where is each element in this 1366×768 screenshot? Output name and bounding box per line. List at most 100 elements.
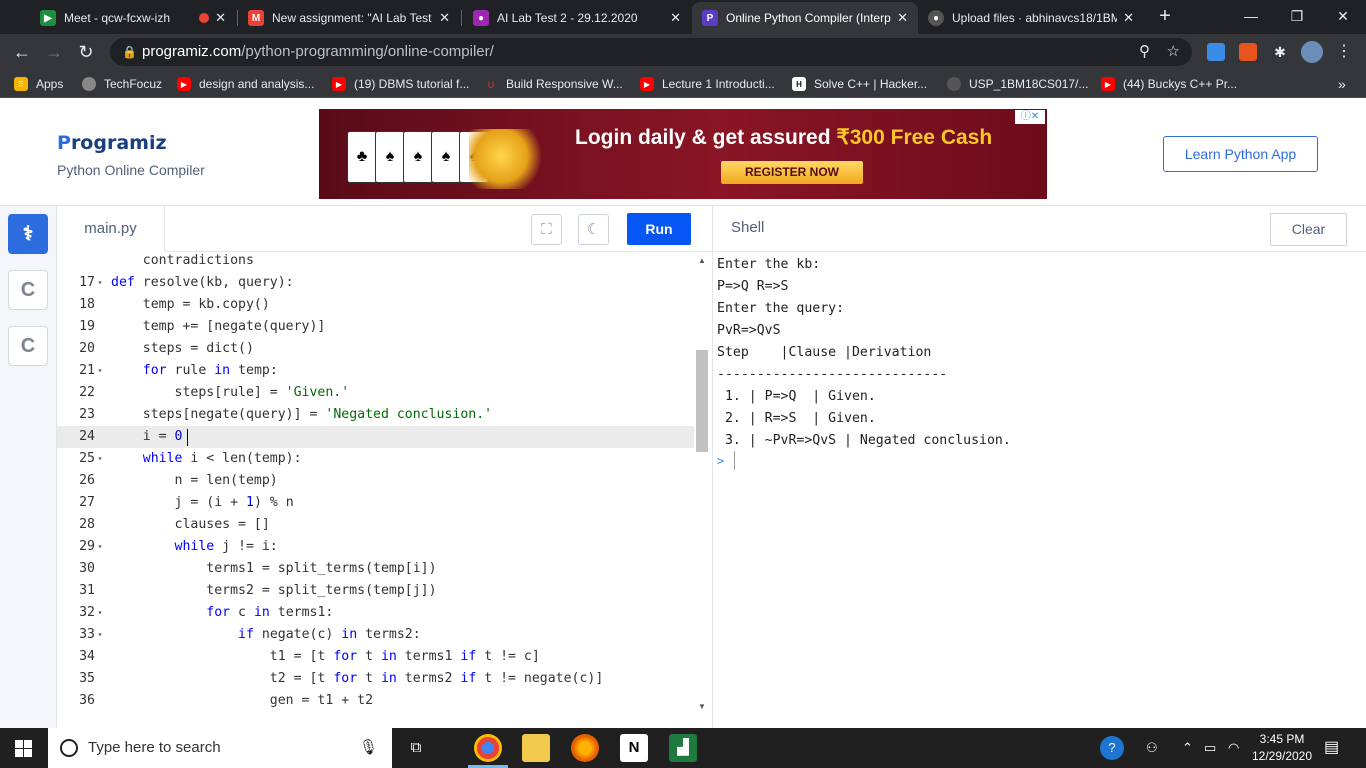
more-bookmarks-icon[interactable]: » [1338, 70, 1346, 98]
code-line[interactable]: 34 t1 = [t for t in terms1 if t != c] [57, 646, 694, 668]
bookmark-responsive[interactable]: υ Build Responsive W... [484, 70, 623, 98]
shell-line: Enter the kb: [717, 257, 821, 272]
show-hidden-icons[interactable]: ⌃ [1182, 728, 1193, 768]
notifications-icon[interactable]: ▤ [1324, 728, 1339, 768]
adchoices-icon[interactable]: ⓘ✕ [1015, 110, 1045, 124]
microphone-icon[interactable]: 🎙 [359, 728, 378, 768]
programiz-logo[interactable]: Programiz [57, 132, 167, 154]
shell-output[interactable]: > Enter the kb: P=>Q R=>S Enter the query:… [712, 252, 1366, 728]
code-line[interactable]: 17 ▾ def resolve(kb, query): [57, 272, 694, 294]
fold-arrow-icon[interactable]: ▾ [95, 448, 105, 470]
menu-icon[interactable]: ⋮ [1335, 43, 1353, 61]
code-line[interactable]: 32 ▾ for c in terms1: [57, 602, 694, 624]
restore-button[interactable]: ❐ [1274, 0, 1320, 34]
code-line[interactable]: 29 ▾ while j != i: [57, 536, 694, 558]
fold-arrow-icon[interactable]: ▾ [95, 624, 105, 646]
code-line[interactable]: 20 steps = dict() [57, 338, 694, 360]
extensions-icon[interactable]: ✱ [1271, 43, 1289, 61]
c-language-icon[interactable]: C [8, 270, 48, 310]
python-icon[interactable]: ⚕ [8, 214, 48, 254]
code-line[interactable]: 25 ▾ while i < len(temp): [57, 448, 694, 470]
browser-tab-programiz[interactable]: P Online Python Compiler (Interp ✕ [692, 2, 918, 34]
chrome-icon[interactable] [474, 734, 502, 762]
task-view-icon[interactable]: ⧉ [402, 734, 430, 762]
taskbar-search-input[interactable]: Type here to search 🎙 [48, 728, 392, 768]
editor-scrollbar[interactable]: ▲ ▼ [695, 256, 709, 714]
people-icon[interactable]: ⚇ [1146, 728, 1158, 768]
bookmark-techfocuz[interactable]: TechFocuz [82, 70, 162, 98]
zoom-icon[interactable]: ⚲ [1139, 38, 1150, 66]
download-extension-icon[interactable] [1207, 43, 1225, 61]
fullscreen-icon[interactable]: ⛶ [531, 214, 562, 245]
code-line[interactable]: 18 temp = kb.copy() [57, 294, 694, 316]
dark-mode-icon[interactable]: ☾ [578, 214, 609, 245]
bookmark-github-usp[interactable]: USP_1BM18CS017/... [947, 70, 1088, 98]
file-tab-main-py[interactable]: main.py [57, 206, 165, 252]
firefox-icon[interactable] [571, 734, 599, 762]
code-line[interactable]: 24 i = 0 [57, 426, 694, 448]
new-tab-button[interactable]: + [1152, 4, 1178, 30]
back-button[interactable]: ← [8, 38, 36, 66]
wifi-icon[interactable]: ◠ [1228, 728, 1239, 768]
learn-python-app-button[interactable]: Learn Python App [1163, 136, 1318, 172]
code-line[interactable]: 22 steps[rule] = 'Given.' [57, 382, 694, 404]
close-tab-icon[interactable]: ✕ [215, 10, 226, 26]
scroll-up-icon[interactable]: ▲ [695, 256, 709, 265]
bookmark-design-analysis[interactable]: ▶ design and analysis... [177, 70, 314, 98]
bookmark-hackerrank[interactable]: H Solve C++ | Hacker... [792, 70, 927, 98]
code-line[interactable]: 35 t2 = [t for t in terms2 if t != negat… [57, 668, 694, 690]
forward-button[interactable]: → [40, 38, 68, 66]
file-explorer-icon[interactable] [522, 734, 550, 762]
bookmark-lecture[interactable]: ▶ Lecture 1 Introducti... [640, 70, 775, 98]
adblock-extension-icon[interactable] [1239, 43, 1257, 61]
advertisement-banner[interactable]: ♣ ♠ ♠ ♠ ♠ Login daily & get assured ₹300… [319, 109, 1047, 199]
taskbar-clock[interactable]: 3:45 PM 12/29/2020 [1244, 731, 1320, 765]
fold-arrow-icon[interactable]: ▾ [95, 360, 105, 382]
code-line[interactable]: 19 temp += [negate(query)] [57, 316, 694, 338]
code-line[interactable]: 27 j = (i + 1) % n [57, 492, 694, 514]
browser-tab-github[interactable]: ● Upload files · abhinavcs18/1BM ✕ [918, 2, 1144, 34]
close-tab-icon[interactable]: ✕ [897, 10, 908, 26]
browser-tab-classroom[interactable]: ● AI Lab Test 2 - 29.12.2020 ✕ [463, 2, 691, 34]
close-tab-icon[interactable]: ✕ [439, 10, 450, 26]
code-text: j = (i + 1) % n [111, 495, 294, 510]
star-icon[interactable]: ☆ [1167, 38, 1180, 66]
search-icon [60, 739, 78, 757]
code-line[interactable]: 23 steps[negate(query)] = 'Negated concl… [57, 404, 694, 426]
code-line[interactable]: contradictions [57, 252, 694, 272]
cpp-language-icon[interactable]: C [8, 326, 48, 366]
start-button[interactable] [0, 728, 48, 768]
reload-button[interactable]: ↻ [72, 38, 100, 66]
bookmark-apps[interactable]: ⠿ Apps [14, 70, 63, 98]
code-editor[interactable]: contradictions 17 ▾ def resolve(kb, query):… [57, 252, 712, 728]
bookmark-dbms[interactable]: ▶ (19) DBMS tutorial f... [332, 70, 469, 98]
close-tab-icon[interactable]: ✕ [1123, 10, 1134, 26]
minimize-button[interactable]: — [1228, 0, 1274, 34]
profile-avatar[interactable] [1301, 41, 1323, 63]
notion-icon[interactable]: N [620, 734, 648, 762]
fold-arrow-icon[interactable]: ▾ [95, 272, 105, 294]
code-line[interactable]: 28 clauses = [] [57, 514, 694, 536]
spreadsheet-app-icon[interactable]: ▟ [669, 734, 697, 762]
code-line[interactable]: 26 n = len(temp) [57, 470, 694, 492]
code-line[interactable]: 21 ▾ for rule in temp: [57, 360, 694, 382]
fold-arrow-icon[interactable]: ▾ [95, 602, 105, 624]
clear-button[interactable]: Clear [1270, 213, 1347, 246]
code-line[interactable]: 30 terms1 = split_terms(temp[i]) [57, 558, 694, 580]
battery-icon[interactable]: ▭ [1204, 728, 1216, 768]
bookmark-buckys[interactable]: ▶ (44) Buckys C++ Pr... [1101, 70, 1237, 98]
browser-tab-gmail[interactable]: M New assignment: "AI Lab Test 2 ✕ [238, 2, 460, 34]
close-window-button[interactable]: ✕ [1320, 0, 1366, 34]
code-line[interactable]: 36 gen = t1 + t2 [57, 690, 694, 712]
close-tab-icon[interactable]: ✕ [670, 10, 681, 26]
scrollbar-thumb[interactable] [696, 350, 708, 452]
url-field[interactable]: 🔒 programiz.com/python-programming/onlin… [110, 38, 1192, 66]
code-line[interactable]: 33 ▾ if negate(c) in terms2: [57, 624, 694, 646]
run-button[interactable]: Run [627, 213, 691, 245]
code-line[interactable]: 31 terms2 = split_terms(temp[j]) [57, 580, 694, 602]
register-now-button[interactable]: REGISTER NOW [721, 161, 863, 184]
help-icon[interactable]: ? [1100, 736, 1124, 760]
browser-tab-meet[interactable]: ▶ Meet - qcw-fcxw-izh ✕ [30, 2, 236, 34]
fold-arrow-icon[interactable]: ▾ [95, 536, 105, 558]
scroll-down-icon[interactable]: ▼ [695, 702, 709, 711]
